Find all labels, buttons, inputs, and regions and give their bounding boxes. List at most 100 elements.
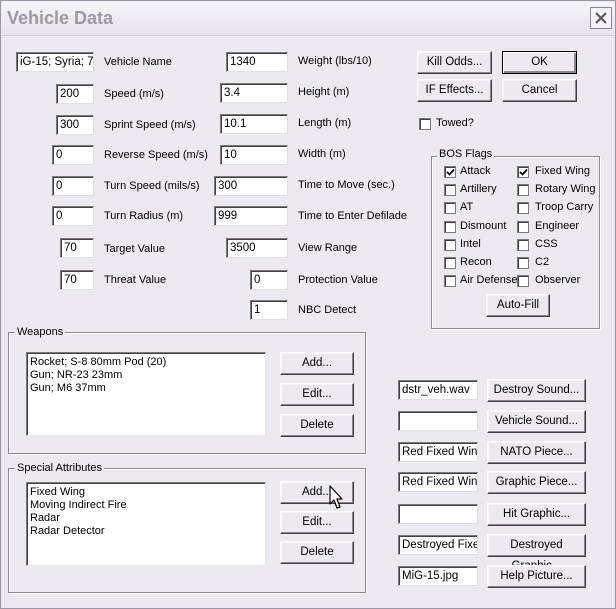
bos-flag-label: Observer: [535, 274, 581, 287]
height-field[interactable]: 3.4: [220, 83, 288, 103]
bos-flag-checkbox[interactable]: [444, 220, 456, 233]
checkmark-icon: [519, 168, 528, 176]
height-label: Height (m): [298, 86, 350, 98]
bos-flag-checkbox[interactable]: [444, 166, 456, 178]
turn-radius-label: Turn Radius (m): [104, 210, 184, 222]
weapons-edit-button[interactable]: Edit...: [280, 383, 354, 406]
threat-value-field[interactable]: 70: [60, 270, 94, 290]
bos-flag-checkbox[interactable]: [444, 275, 456, 288]
hit-graphic-field[interactable]: [398, 504, 478, 524]
protection-value-field[interactable]: 0: [250, 270, 288, 290]
bos-flag-checkbox[interactable]: [517, 257, 529, 269]
bos-flags-title: BOS Flags: [437, 148, 495, 160]
bos-flag-label: CSS: [535, 237, 558, 250]
target-value-label: Target Value: [104, 243, 165, 255]
ok-button[interactable]: OK: [502, 51, 577, 74]
destroyed-graphic-field[interactable]: Destroyed Fixe: [398, 535, 478, 555]
bos-flag-checkbox[interactable]: [517, 238, 529, 251]
width-label: Width (m): [298, 148, 346, 160]
list-item[interactable]: Radar Detector: [30, 525, 262, 538]
view-range-label: View Range: [298, 242, 358, 254]
vehicle-name-field[interactable]: iG-15; Syria; 73: [16, 52, 94, 72]
special-delete-button[interactable]: Delete: [280, 541, 354, 564]
list-item[interactable]: Fixed Wing: [30, 486, 262, 499]
destroy-sound-button[interactable]: Destroy Sound...: [487, 379, 586, 402]
weapons-list[interactable]: Rocket; S-8 80mm Pod (20) Gun; NR-23 23m…: [26, 352, 266, 436]
time-to-move-field[interactable]: 300: [214, 176, 288, 196]
weapons-add-button[interactable]: Add...: [280, 352, 354, 375]
nato-piece-button[interactable]: NATO Piece...: [487, 441, 586, 464]
speed-field[interactable]: 200: [56, 84, 94, 104]
bos-flag-checkbox[interactable]: [517, 275, 529, 288]
bos-flag-checkbox[interactable]: [517, 202, 529, 215]
towed-checkbox[interactable]: [419, 118, 431, 130]
bos-flag-label: AT: [460, 201, 474, 214]
destroy-sound-field[interactable]: dstr_veh.wav: [398, 380, 478, 400]
graphic-piece-field[interactable]: Red Fixed Win: [398, 472, 478, 492]
time-to-move-label: Time to Move (sec.): [298, 179, 395, 191]
vehicle-sound-field[interactable]: [398, 411, 478, 431]
help-picture-field[interactable]: MiG-15.jpg: [398, 566, 478, 586]
weight-label: Weight (lbs/10): [298, 55, 372, 67]
towed-label: Towed?: [436, 117, 474, 129]
help-picture-button[interactable]: Help Picture...: [487, 565, 586, 588]
bos-flag-label: Fixed Wing: [535, 165, 591, 177]
weight-field[interactable]: 1340: [226, 52, 288, 72]
bos-flag-checkbox[interactable]: [517, 166, 529, 178]
sprint-speed-field[interactable]: 300: [56, 115, 94, 135]
turn-speed-label: Turn Speed (mils/s): [104, 180, 200, 192]
bos-flag-label: Dismount: [460, 219, 507, 232]
nbc-detect-label: NBC Detect: [298, 304, 357, 316]
reverse-speed-label: Reverse Speed (m/s): [104, 149, 208, 161]
bos-flag-checkbox[interactable]: [517, 220, 529, 233]
list-item[interactable]: Gun; NR-23 23mm: [30, 369, 262, 382]
bos-flag-label: Rotary Wing: [535, 183, 596, 196]
list-item[interactable]: Gun; M6 37mm: [30, 382, 262, 395]
weapons-delete-button[interactable]: Delete: [280, 414, 354, 437]
bos-flag-label: Artillery: [460, 183, 497, 196]
time-to-defilade-field[interactable]: 999: [214, 206, 288, 226]
mouse-cursor-icon: [329, 485, 343, 509]
list-item[interactable]: Moving Indirect Fire: [30, 499, 262, 512]
turn-speed-field[interactable]: 0: [52, 176, 94, 196]
hit-graphic-button[interactable]: Hit Graphic...: [487, 503, 586, 526]
bos-flag-checkbox[interactable]: [517, 184, 529, 197]
list-item[interactable]: Rocket; S-8 80mm Pod (20): [30, 356, 262, 369]
bos-flag-label: C2: [535, 256, 550, 268]
window-title: Vehicle Data: [7, 8, 114, 28]
bos-flag-checkbox[interactable]: [444, 257, 456, 269]
view-range-field[interactable]: 3500: [226, 238, 288, 258]
turn-radius-field[interactable]: 0: [52, 206, 94, 226]
bos-flag-label: Troop Carry: [535, 201, 594, 214]
nbc-detect-field[interactable]: 1: [250, 300, 288, 320]
bos-flag-checkbox[interactable]: [444, 202, 456, 215]
bos-flag-checkbox[interactable]: [444, 184, 456, 197]
length-field[interactable]: 10.1: [220, 114, 288, 134]
threat-value-label: Threat Value: [104, 274, 167, 286]
special-attributes-list[interactable]: Fixed Wing Moving Indirect Fire Radar Ra…: [26, 482, 266, 566]
width-field[interactable]: 10: [220, 145, 288, 165]
sprint-speed-label: Sprint Speed (m/s): [104, 119, 196, 131]
vehicle-name-label: Vehicle Name: [104, 56, 172, 68]
time-to-defilade-label: Time to Enter Defilade: [298, 210, 408, 222]
destroyed-graphic-button[interactable]: Destroyed Graphic...: [487, 534, 586, 572]
list-item[interactable]: Radar: [30, 512, 262, 525]
close-icon: [595, 12, 607, 24]
close-button[interactable]: [590, 7, 612, 29]
if-effects-button[interactable]: IF Effects...: [417, 79, 492, 102]
reverse-speed-field[interactable]: 0: [52, 145, 94, 165]
bos-flag-label: Engineer: [535, 219, 580, 232]
cancel-button[interactable]: Cancel: [502, 79, 577, 102]
auto-fill-button[interactable]: Auto-Fill: [486, 294, 550, 317]
nato-piece-field[interactable]: Red Fixed Win: [398, 442, 478, 462]
bos-flag-label: Recon: [460, 256, 492, 268]
graphic-piece-button[interactable]: Graphic Piece...: [487, 471, 586, 494]
weapons-title: Weapons: [15, 326, 66, 338]
bos-flag-label: Intel: [460, 237, 481, 250]
kill-odds-button[interactable]: Kill Odds...: [417, 51, 492, 74]
target-value-field[interactable]: 70: [60, 238, 94, 258]
title-bar: Vehicle Data: [2, 2, 614, 36]
bos-flag-checkbox[interactable]: [444, 238, 456, 251]
vehicle-sound-button[interactable]: Vehicle Sound...: [487, 410, 586, 433]
special-edit-button[interactable]: Edit...: [280, 511, 354, 534]
